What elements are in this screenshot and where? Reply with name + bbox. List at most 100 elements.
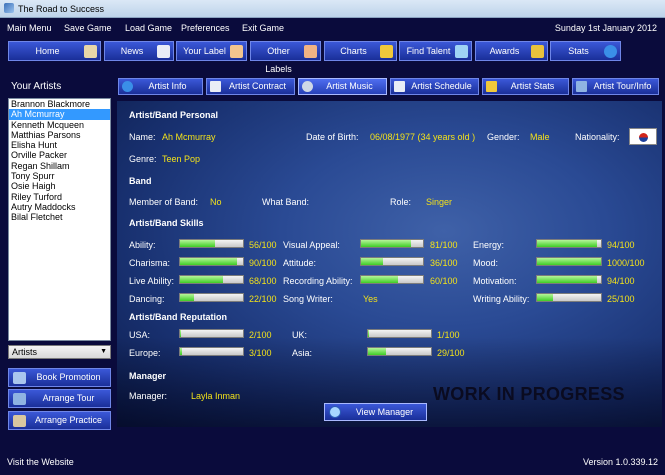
button-label: Arrange Practice (34, 415, 103, 425)
mood-bar (536, 257, 602, 266)
list-item[interactable]: Osie Haigh (9, 181, 110, 191)
list-item[interactable]: Autry Maddocks (9, 202, 110, 212)
progress-fill (180, 276, 223, 283)
progress-fill (180, 348, 182, 355)
menu-exit-game[interactable]: Exit Game (242, 23, 284, 33)
calendar-icon (394, 81, 405, 92)
artist-name-value: Ah Mcmurray (162, 132, 216, 142)
list-item[interactable]: Bilal Fletchet (9, 212, 110, 222)
skill-label: Ability: (129, 240, 156, 250)
tab-artist-schedule[interactable]: Artist Schedule (390, 78, 479, 95)
progress-fill (361, 258, 384, 265)
list-item[interactable]: Tony Spurr (9, 171, 110, 181)
skill-label: Dancing: (129, 294, 165, 304)
document-icon (210, 81, 221, 92)
artist-filter-select[interactable]: Artists ▼ (8, 345, 111, 359)
role-label: Role: (390, 197, 412, 207)
person-icon (230, 45, 243, 58)
section-personal-title: Artist/Band Personal (129, 110, 219, 120)
button-label: View Manager (355, 407, 414, 417)
skill-label: Motivation: (473, 276, 517, 286)
skill-value: 60/100 (430, 276, 458, 286)
progress-fill (368, 330, 369, 337)
tour-bus-icon (576, 81, 587, 92)
reputation-value: 3/100 (249, 348, 272, 358)
tab-artist-tour-info[interactable]: Artist Tour/Info (572, 78, 659, 95)
list-item[interactable]: Regan Shillam (9, 161, 110, 171)
arrange-practice-button[interactable]: Arrange Practice (8, 411, 111, 430)
ability-bar (179, 239, 244, 248)
tab-artist-contract[interactable]: Artist Contract (206, 78, 295, 95)
list-item-selected[interactable]: Ah Mcmurray (9, 109, 110, 120)
visual-appeal-bar (360, 239, 424, 248)
menu-preferences[interactable]: Preferences (181, 23, 230, 33)
reputation-value: 1/100 (437, 330, 460, 340)
skill-value: 22/100 (249, 294, 277, 304)
tab-artist-stats[interactable]: Artist Stats (482, 78, 569, 95)
menu-load-game[interactable]: Load Game (125, 23, 172, 33)
nav-label: Stats (568, 46, 589, 56)
reputation-label: USA: (129, 330, 151, 340)
skill-label: Visual Appeal: (283, 240, 340, 250)
name-label: Name: (129, 132, 156, 142)
live-ability-bar (179, 275, 244, 284)
nav-your-label-button[interactable]: Your Label (176, 41, 247, 61)
app-window: Main Menu Save Game Load Game Preference… (0, 18, 665, 475)
skill-value: 1000/100 (607, 258, 645, 268)
list-item[interactable]: Matthias Parsons (9, 130, 110, 140)
nav-news-button[interactable]: News (104, 41, 174, 61)
artist-detail-panel: Artist/Band Personal Name: Ah Mcmurray D… (117, 101, 662, 427)
nav-find-talent-button[interactable]: Find Talent (399, 41, 472, 61)
menu-bar: Main Menu Save Game Load Game Preference… (0, 18, 665, 38)
nav-label: Other Labels (265, 46, 292, 74)
tab-label: Artist Info (148, 81, 187, 91)
section-band-title: Band (129, 176, 152, 186)
nav-label: Charts (340, 46, 367, 56)
artist-list[interactable]: Brannon Blackmore Ah Mcmurray Kenneth Mc… (8, 98, 111, 341)
europe-reputation-bar (179, 347, 244, 356)
tab-artist-info[interactable]: Artist Info (118, 78, 203, 95)
dancing-bar (179, 293, 244, 302)
reputation-label: UK: (292, 330, 308, 340)
version-text: Version 1.0.339.12 (582, 457, 658, 467)
visit-website-link[interactable]: Visit the Website (7, 457, 74, 467)
progress-fill (180, 330, 182, 337)
book-promotion-button[interactable]: Book Promotion (8, 368, 111, 387)
progress-fill (180, 258, 237, 265)
skill-label: Writing Ability: (473, 294, 530, 304)
house-icon (84, 45, 97, 58)
menu-save-game[interactable]: Save Game (64, 23, 112, 33)
nav-home-button[interactable]: Home (8, 41, 101, 61)
nav-awards-button[interactable]: Awards (475, 41, 548, 61)
tab-artist-music[interactable]: Artist Music (298, 78, 387, 95)
chart-icon (380, 45, 393, 58)
flag-emblem (639, 133, 648, 142)
tab-label: Artist Schedule (411, 81, 472, 91)
nav-stats-button[interactable]: Stats (550, 41, 621, 61)
member-of-band-label: Member of Band: (129, 197, 199, 207)
title-bar: The Road to Success (0, 0, 665, 18)
monitor-icon (13, 372, 26, 384)
view-manager-button[interactable]: View Manager (324, 403, 427, 421)
skill-value: 56/100 (249, 240, 277, 250)
progress-fill (361, 276, 399, 283)
arrange-tour-button[interactable]: Arrange Tour (8, 389, 111, 408)
list-item[interactable]: Elisha Hunt (9, 140, 110, 150)
nav-other-labels-button[interactable]: Other Labels (250, 41, 321, 74)
writing-ability-bar (536, 293, 602, 302)
nav-charts-button[interactable]: Charts (324, 41, 397, 61)
progress-fill (180, 240, 216, 247)
list-item[interactable]: Orville Packer (9, 150, 110, 160)
nav-label: Awards (489, 46, 520, 56)
recording-ability-bar (360, 275, 424, 284)
list-item[interactable]: Riley Turford (9, 192, 110, 202)
skill-value: 90/100 (249, 258, 277, 268)
manager-label: Manager: (129, 391, 168, 401)
progress-fill (537, 258, 601, 265)
list-item[interactable]: Kenneth Mcqueen (9, 120, 110, 130)
charisma-bar (179, 257, 244, 266)
dob-label: Date of Birth: (306, 132, 359, 142)
menu-main-menu[interactable]: Main Menu (7, 23, 52, 33)
list-item[interactable]: Brannon Blackmore (9, 99, 110, 109)
section-skills-title: Artist/Band Skills (129, 218, 204, 228)
